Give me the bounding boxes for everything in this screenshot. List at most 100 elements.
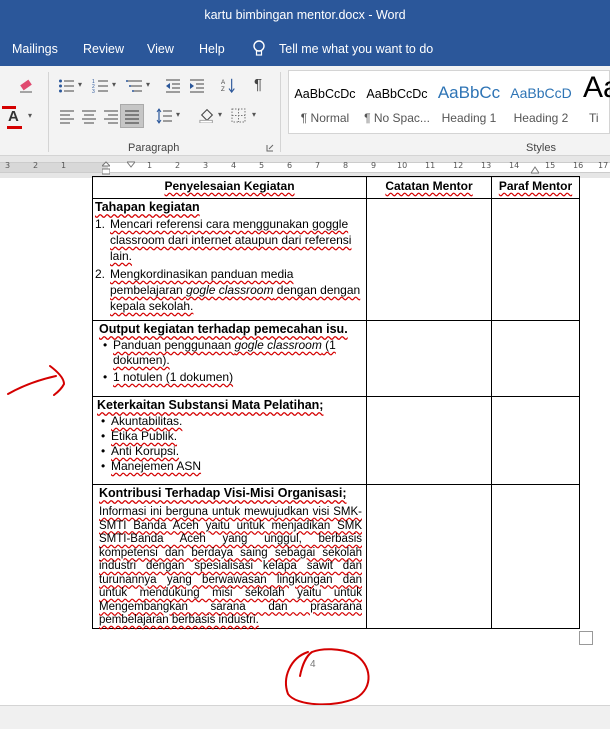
align-left-icon[interactable] [58,108,76,124]
borders-icon[interactable] [230,108,248,124]
list-item: • Anti Korupsi. [101,444,180,458]
style-heading-2[interactable]: AaBbCcD Heading 2 [505,71,577,133]
cell-keterkaitan[interactable]: Keterkaitan Substansi Mata Pelatihan; • A… [92,396,367,485]
cell-tahapan[interactable]: Tahapan kegiatan 1. Mencari referensi ca… [92,198,367,321]
style-normal-sample: AaBbCcDc [294,87,356,101]
cell-paraf[interactable] [491,320,580,397]
style-no-spacing[interactable]: AaBbCcDc ¶ No Spac... [361,71,433,133]
section-title-tahapan: Tahapan kegiatan [95,200,200,214]
list-item: • Manejemen ASN [101,459,202,473]
multilevel-dropdown-icon[interactable]: ▾ [146,80,150,89]
font-color-dropdown-icon[interactable]: ▾ [28,111,32,120]
ruler-number: 1 [61,161,67,170]
output-list: • Panduan penggunaan gogle classroom (1 d… [99,338,364,385]
svg-text:Z: Z [221,86,225,93]
style-heading-1[interactable]: AaBbCc Heading 1 [433,71,505,133]
shading-dropdown-icon[interactable]: ▾ [218,110,222,119]
line-spacing-icon[interactable] [156,108,174,124]
style-normal-name: ¶ Normal [300,111,350,125]
style-heading-1-name: Heading 1 [441,111,497,125]
ruler-number: 4 [231,161,237,170]
cell-paraf[interactable] [491,484,580,629]
cell-kontribusi[interactable]: Kontribusi Terhadap Visi-Misi Organisasi… [92,484,367,629]
cell-paraf[interactable] [491,396,580,485]
paragraph-group-label: Paragraph [128,142,180,154]
ruler-number: 17 [598,161,609,170]
list-item-text: Etika Publik. [111,429,178,443]
ruler-number: 12 [453,161,464,170]
list-item: • Etika Publik. [101,429,178,443]
header-penyelesaian-label: Penyelesaian Kegiatan [164,179,295,193]
tahapan-list: 1. Mencari referensi cara menggunakan go… [95,216,364,314]
style-heading-1-sample: AaBbCc [437,83,501,102]
ruler-number: 10 [397,161,408,170]
list-item-italic: gogle classroom [186,283,274,297]
ruler-number: 7 [315,161,321,170]
tab-view[interactable]: View [147,42,174,56]
numbering-dropdown-icon[interactable]: ▾ [112,80,116,89]
list-item-text: Akuntabilitas. [111,414,183,428]
window-title: kartu bimbingan mentor.docx - Word [204,8,406,22]
ruler-number: 13 [481,161,492,170]
header-catatan[interactable]: Catatan Mentor [366,176,492,199]
section-title-keterkaitan: Keterkaitan Substansi Mata Pelatihan; [97,398,324,412]
show-formatting-marks-icon[interactable]: ¶ [254,76,262,93]
indent-marker-left[interactable] [100,158,112,176]
document-page[interactable]: Penyelesaian Kegiatan Catatan Mentor Par… [0,176,610,706]
paragraph-dialog-launcher-icon[interactable] [266,144,274,152]
first-line-indent-marker[interactable] [125,156,137,168]
svg-text:3: 3 [92,89,95,94]
header-paraf[interactable]: Paraf Mentor [491,176,580,199]
align-right-icon[interactable] [102,108,120,124]
align-center-icon[interactable] [80,108,98,124]
shading-icon[interactable] [198,107,216,123]
multilevel-list-icon[interactable] [126,78,144,94]
tab-review[interactable]: Review [83,42,124,56]
ribbon-separator [48,72,49,152]
cell-catatan[interactable] [366,320,492,397]
tab-help[interactable]: Help [199,42,225,56]
mentor-card-table[interactable]: Penyelesaian Kegiatan Catatan Mentor Par… [92,176,580,629]
tab-mailings[interactable]: Mailings [12,42,58,56]
cell-output[interactable]: Output kegiatan terhadap pemecahan isu. … [92,320,367,397]
table-row: Keterkaitan Substansi Mata Pelatihan; • A… [92,396,580,485]
sort-icon[interactable]: AZ [220,77,238,93]
line-spacing-dropdown-icon[interactable]: ▾ [176,110,180,119]
lightbulb-icon[interactable] [252,40,266,58]
table-resize-handle[interactable] [579,631,593,645]
list-item-text: 1 notulen (1 dokumen) [113,370,234,384]
bullets-dropdown-icon[interactable]: ▾ [78,80,82,89]
right-indent-marker[interactable] [530,162,540,174]
list-item: • Akuntabilitas. [101,414,183,428]
list-item-text: Anti Korupsi. [111,444,180,458]
ribbon-tabs: Mailings Review View Help Tell me what y… [0,32,610,66]
style-normal[interactable]: AaBbCcDc ¶ Normal [289,71,361,133]
tell-me-search[interactable]: Tell me what you want to do [279,42,433,56]
cell-catatan[interactable] [366,396,492,485]
cell-paraf[interactable] [491,198,580,321]
header-penyelesaian[interactable]: Penyelesaian Kegiatan [92,176,367,199]
increase-indent-icon[interactable] [188,78,206,94]
keterkaitan-list: • Akuntabilitas. • Etika Publik. • Anti Kor… [97,414,364,474]
title-bar: kartu bimbingan mentor.docx - Word [0,0,610,32]
style-title[interactable]: Aa Ti [577,71,610,133]
document-area[interactable]: Penyelesaian Kegiatan Catatan Mentor Par… [0,176,610,706]
borders-dropdown-icon[interactable]: ▾ [252,110,256,119]
ruler-number: 5 [259,161,265,170]
bullets-icon[interactable] [58,78,76,94]
font-color-icon[interactable]: A [8,108,19,125]
ruler-number: 14 [509,161,520,170]
clear-formatting-icon[interactable] [18,78,36,94]
decrease-indent-icon[interactable] [164,78,182,94]
horizontal-ruler[interactable]: 3 2 1 1 2 3 4 5 6 7 8 9 10 11 12 13 14 1… [0,156,610,178]
styles-gallery: AaBbCcDc ¶ Normal AaBbCcDc ¶ No Spac... … [288,70,610,134]
kontribusi-paragraph: Informasi ini berguna untuk mewujudkan v… [99,506,362,626]
list-item: • 1 notulen (1 dokumen) [103,370,234,384]
red-circle-annotation [285,648,370,706]
numbering-icon[interactable]: 123 [92,78,110,94]
cell-catatan[interactable] [366,198,492,321]
ruler-number: 2 [33,161,39,170]
cell-catatan[interactable] [366,484,492,629]
style-no-spacing-sample: AaBbCcDc [366,87,428,101]
table-row: Tahapan kegiatan 1. Mencari referensi ca… [92,198,580,321]
